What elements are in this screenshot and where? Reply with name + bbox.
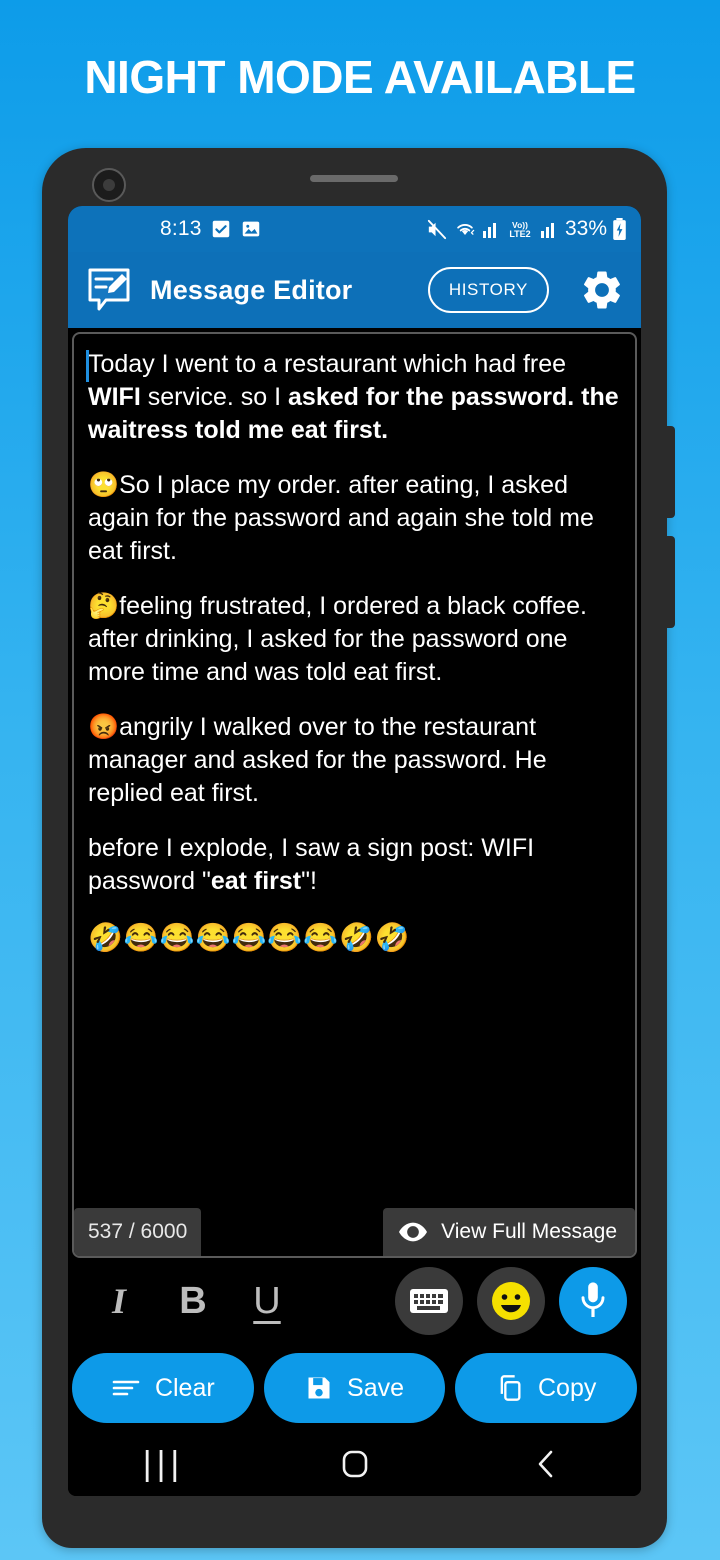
- emoji-row: 🤣😂😂😂😂😂😂🤣🤣: [88, 922, 411, 953]
- message-edit-icon: [86, 266, 136, 314]
- message-editor[interactable]: Today I went to a restaurant which had f…: [72, 332, 637, 1258]
- copy-label: Copy: [537, 1373, 597, 1402]
- format-toolbar: I B U: [68, 1258, 641, 1344]
- phone-mockup: 8:13 Vo)) LTE2 33% Message Editor HISTOR…: [42, 148, 675, 1548]
- image-icon: [240, 218, 262, 240]
- wifi-icon: [453, 218, 477, 240]
- message-paragraphs: Today I went to a restaurant which had f…: [88, 348, 621, 898]
- save-button[interactable]: Save: [263, 1353, 446, 1423]
- emoji-button[interactable]: [477, 1267, 545, 1335]
- microphone-button[interactable]: [559, 1267, 627, 1335]
- clear-lines-icon: [111, 1377, 141, 1399]
- input-mode-group: [395, 1267, 627, 1335]
- front-camera-icon: [92, 168, 126, 202]
- system-nav-bar: |||: [68, 1432, 641, 1496]
- signal-icon: [482, 218, 500, 240]
- character-count: 537 / 6000: [74, 1208, 202, 1256]
- home-button[interactable]: [295, 1448, 415, 1480]
- underline-button[interactable]: U: [230, 1280, 304, 1323]
- home-square-icon: [339, 1448, 371, 1480]
- phone-screen: 8:13 Vo)) LTE2 33% Message Editor HISTOR…: [68, 206, 641, 1496]
- message-paragraph: before I explode, I saw a sign post: WIF…: [88, 832, 621, 898]
- recents-button[interactable]: |||: [104, 1445, 224, 1484]
- save-label: Save: [347, 1373, 404, 1402]
- text-run: service. so I: [140, 383, 289, 411]
- gear-icon: [579, 267, 625, 313]
- floppy-save-icon: [305, 1374, 333, 1402]
- earpiece-speaker: [310, 175, 398, 182]
- editor-footer: 537 / 6000 View Full Message: [74, 1208, 635, 1256]
- action-buttons: Clear Save Copy: [68, 1344, 641, 1432]
- status-bar: 8:13 Vo)) LTE2 33%: [68, 206, 641, 252]
- text-run: 😡angrily I walked over to the restaurant…: [88, 713, 547, 807]
- microphone-icon: [576, 1281, 610, 1321]
- copy-button[interactable]: Copy: [455, 1353, 638, 1423]
- app-title: Message Editor: [150, 274, 353, 305]
- bold-text-run: WIFI: [88, 383, 141, 411]
- battery-percent: 33%: [564, 217, 607, 240]
- volume-button[interactable]: [665, 426, 675, 518]
- recents-icon: |||: [142, 1444, 185, 1483]
- keyboard-button[interactable]: [395, 1267, 463, 1335]
- mute-icon: [425, 218, 448, 241]
- italic-button[interactable]: I: [82, 1280, 156, 1322]
- text-run: 🙄So I place my order. after eating, I as…: [88, 471, 594, 565]
- keyboard-icon: [409, 1286, 449, 1316]
- back-chevron-icon: [533, 1448, 559, 1480]
- text-run: Today I went to a restaurant which had f…: [88, 350, 567, 378]
- battery-charging-icon: [612, 217, 627, 241]
- back-button[interactable]: [486, 1448, 606, 1480]
- power-button[interactable]: [665, 536, 675, 628]
- checkbox-icon: [210, 218, 232, 240]
- page-title: NIGHT MODE AVAILABLE: [84, 51, 636, 103]
- view-full-message-label: View Full Message: [441, 1220, 617, 1243]
- message-paragraph: 😡angrily I walked over to the restaurant…: [88, 711, 621, 810]
- text-run: 🤔feeling frustrated, I ordered a black c…: [88, 592, 587, 686]
- svg-text:LTE2: LTE2: [509, 229, 530, 239]
- volte2-icon: Vo)) LTE2: [505, 218, 535, 240]
- message-paragraph: 🙄So I place my order. after eating, I as…: [88, 469, 621, 568]
- copy-icon: [496, 1374, 524, 1402]
- eye-icon: [399, 1222, 428, 1242]
- text-run: "!: [301, 867, 317, 895]
- message-paragraph: Today I went to a restaurant which had f…: [88, 348, 621, 447]
- bold-text-run: eat first: [210, 867, 302, 895]
- status-time: 8:13: [160, 217, 202, 240]
- clear-button[interactable]: Clear: [72, 1353, 254, 1423]
- bold-button[interactable]: B: [156, 1280, 230, 1323]
- message-text-area[interactable]: Today I went to a restaurant which had f…: [74, 334, 635, 1208]
- message-paragraph: 🤔feeling frustrated, I ordered a black c…: [88, 590, 621, 689]
- clear-label: Clear: [154, 1373, 215, 1402]
- signal2-icon: [540, 218, 558, 240]
- view-full-message-button[interactable]: View Full Message: [383, 1208, 635, 1256]
- app-bar: Message Editor HISTORY: [68, 252, 641, 328]
- history-button[interactable]: HISTORY: [427, 267, 549, 313]
- settings-button[interactable]: [579, 267, 625, 313]
- text-caret: [86, 350, 89, 382]
- emoji-smiley-icon: [488, 1278, 534, 1324]
